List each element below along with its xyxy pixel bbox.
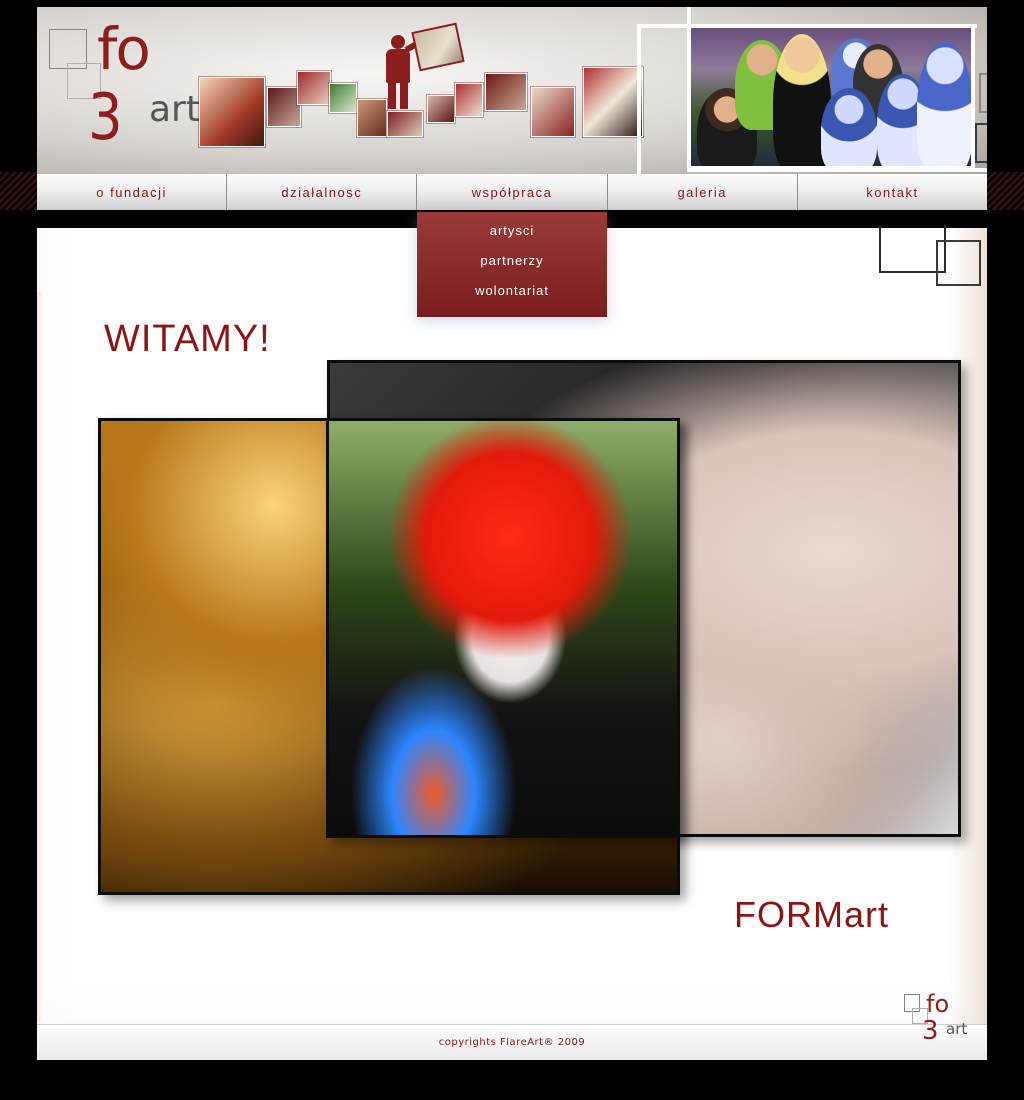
collage-tile <box>531 87 575 137</box>
logo-fo-text: fo <box>97 15 151 83</box>
collage-tile <box>267 87 301 127</box>
dropdown-item-wolontariat[interactable]: wolontariat <box>417 283 607 313</box>
site-footer: copyrights FlareArt® 2009 <box>37 1024 987 1060</box>
decorative-stripes-right <box>987 172 1024 210</box>
brand-name: FORMart <box>734 894 889 935</box>
collage-tile <box>387 111 423 137</box>
main-navigation: o fundacji działalnosc współpraca galeri… <box>37 174 987 210</box>
collage-tile <box>427 95 455 123</box>
dropdown-item-partnerzy[interactable]: partnerzy <box>417 253 607 283</box>
painter-silhouette-icon <box>380 35 424 109</box>
footer-logo-art: art <box>946 1020 968 1038</box>
nav-item-galeria[interactable]: galeria <box>608 174 798 210</box>
dropdown-menu-wspolpraca: artysci partnerzy wolontariat <box>417 212 607 317</box>
nav-item-dzialalnosc[interactable]: działalnosc <box>227 174 418 210</box>
dropdown-item-artysci[interactable]: artysci <box>417 223 607 253</box>
collage-tile <box>485 73 527 111</box>
welcome-heading: WITAMY! <box>104 318 271 360</box>
main-edge-strip <box>37 292 45 1022</box>
decorative-square <box>936 240 981 286</box>
collage-tile <box>297 71 331 105</box>
clown-photo <box>326 418 680 838</box>
nav-item-wspolpraca[interactable]: współpraca <box>417 174 608 210</box>
footer-logo-fo: fo <box>926 990 950 1018</box>
footer-logo-three: 3 <box>922 1016 939 1046</box>
decorative-square <box>975 123 987 163</box>
footer-logo[interactable]: fo 3 art <box>900 990 980 1052</box>
logo-three-text: 3 <box>88 81 123 155</box>
collage-tile <box>455 83 483 117</box>
nav-item-kontakt[interactable]: kontakt <box>798 174 987 210</box>
collage-tile <box>329 83 357 113</box>
header-group-photo <box>687 24 975 170</box>
copyright-text: copyrights FlareArt® 2009 <box>438 1037 586 1048</box>
decorative-square <box>979 73 987 113</box>
collage-tile <box>583 67 643 137</box>
collage-tile <box>199 77 265 147</box>
decorative-stripes-left <box>0 172 37 210</box>
site-header: fo 3 art <box>37 7 987 174</box>
nav-item-o-fundacji[interactable]: o fundacji <box>37 174 228 210</box>
